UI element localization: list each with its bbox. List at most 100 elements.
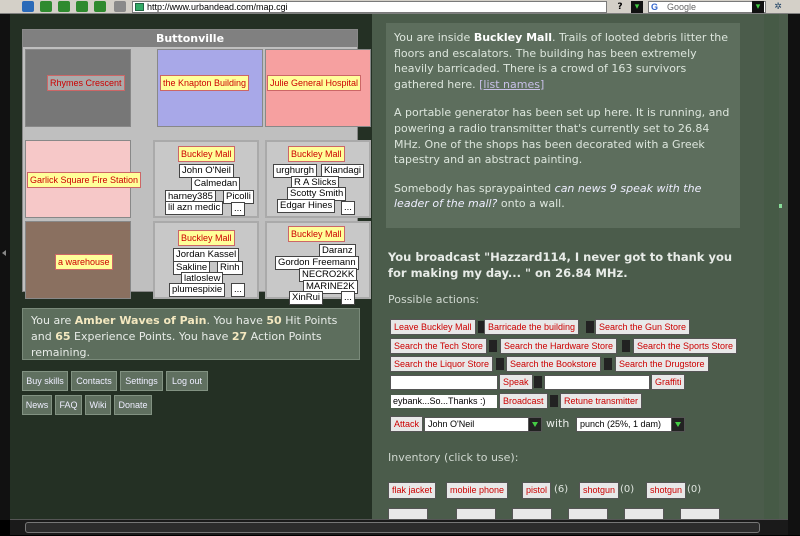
more-names-button[interactable]: ...: [231, 283, 245, 297]
inventory-item-mobile-phone[interactable]: mobile phone: [446, 482, 509, 499]
button-separator: [489, 340, 497, 352]
inventory-item-flak-jacket[interactable]: flak jacket: [388, 482, 437, 499]
contacts-link[interactable]: Contacts: [71, 371, 117, 391]
url-bar[interactable]: http://www.urbandead.com/map.cgi: [132, 1, 607, 13]
browser-toolbar: http://www.urbandead.com/map.cgi ? ▾ G Go…: [0, 0, 800, 14]
map-cell-label[interactable]: Buckley Mall: [178, 230, 235, 246]
button-separator: [622, 340, 630, 352]
graffiti-button[interactable]: Graffiti: [651, 374, 686, 390]
attack-target-select[interactable]: John O'Neil: [424, 417, 542, 432]
graffiti-input[interactable]: [544, 375, 650, 390]
weapon-value: punch (25%, 1 dam): [580, 419, 662, 429]
left-column: Buttonville Rhymes Crescent the Knapton …: [10, 14, 372, 520]
right-column: You are inside Buckley Mall. Trails of l…: [376, 14, 788, 520]
horizontal-scrollbar-thumb[interactable]: [25, 522, 760, 533]
wiki-link[interactable]: Wiki: [85, 395, 111, 415]
map-cell-label[interactable]: Rhymes Crescent: [47, 75, 125, 91]
dropdown-icon[interactable]: ▾: [631, 1, 643, 13]
news-link[interactable]: News: [22, 395, 52, 415]
button-separator: [604, 358, 612, 370]
description-text: Somebody has spraypainted: [394, 181, 555, 195]
status-text: Experience Points. You have: [70, 330, 232, 343]
survivor-name[interactable]: Jordan Kassel: [173, 248, 240, 262]
left-arrow-icon[interactable]: [2, 250, 6, 256]
possible-actions-label: Possible actions:: [388, 293, 480, 306]
more-names-button[interactable]: ...: [231, 202, 245, 216]
buy-skills-link[interactable]: Buy skills: [22, 371, 68, 391]
search-bookstore-button[interactable]: Search the Bookstore: [506, 356, 601, 372]
button-separator: [586, 321, 594, 333]
survivor-name[interactable]: plumespixie: [169, 283, 226, 297]
attack-target-value: John O'Neil: [428, 419, 475, 429]
retune-transmitter-button[interactable]: Retune transmitter: [560, 393, 643, 409]
url-text: http://www.urbandead.com/map.cgi: [147, 2, 288, 12]
home-icon[interactable]: [76, 1, 88, 12]
description-text: You are inside: [394, 31, 474, 44]
map-cell-label[interactable]: Buckley Mall: [288, 226, 345, 242]
settings-link[interactable]: Settings: [120, 371, 163, 391]
settings-icon[interactable]: ✲: [772, 1, 784, 13]
speak-input[interactable]: [390, 375, 498, 390]
attack-button[interactable]: Attack: [390, 416, 424, 432]
description-paragraph: Somebody has spraypainted can news 9 spe…: [394, 181, 732, 212]
search-gun-store-button[interactable]: Search the Gun Store: [595, 319, 691, 335]
button-separator: [534, 376, 542, 388]
survivor-name[interactable]: XinRui: [289, 291, 323, 305]
map-cell-label[interactable]: Buckley Mall: [288, 146, 345, 162]
back-icon[interactable]: [22, 1, 34, 12]
search-field[interactable]: G Google: [648, 1, 766, 13]
broadcast-input[interactable]: eybank...So...Thanks :): [390, 394, 498, 409]
search-dropdown-icon[interactable]: ▾: [752, 1, 764, 13]
more-names-button[interactable]: ...: [341, 201, 355, 215]
vertical-scrollbar[interactable]: [764, 14, 779, 520]
list-names-link[interactable]: [list names]: [479, 78, 544, 91]
survivor-name[interactable]: Calmedan: [191, 177, 241, 191]
help-icon[interactable]: ?: [614, 1, 626, 13]
donate-link[interactable]: Donate: [114, 395, 152, 415]
inventory-item-pistol[interactable]: pistol: [522, 482, 552, 499]
google-icon: G: [651, 2, 659, 12]
search-placeholder: Google: [667, 2, 697, 12]
faq-link[interactable]: FAQ: [55, 395, 82, 415]
speak-button[interactable]: Speak: [499, 374, 533, 390]
action-points: 27: [231, 330, 248, 343]
survivor-name[interactable]: lil azn medic: [165, 201, 224, 215]
horizontal-scrollbar[interactable]: [10, 519, 788, 535]
survivor-name[interactable]: Edgar Hines: [277, 199, 336, 213]
forward-2-icon[interactable]: [58, 1, 70, 12]
search-liquor-store-button[interactable]: Search the Liquor Store: [390, 356, 494, 372]
search-tech-store-button[interactable]: Search the Tech Store: [390, 338, 487, 354]
map-cell-label[interactable]: the Knapton Building: [160, 75, 250, 91]
map-cell-label[interactable]: Julie General Hospital: [267, 75, 362, 91]
inventory-label: Inventory (click to use):: [388, 451, 519, 464]
reload-icon[interactable]: [94, 1, 106, 12]
status-prefix: You are: [31, 314, 75, 327]
inventory-item-shotgun[interactable]: shotgun: [646, 482, 687, 499]
chevron-down-icon: [528, 418, 541, 431]
hit-points: 50: [266, 314, 282, 327]
weapon-select[interactable]: punch (25%, 1 dam): [576, 417, 685, 432]
right-margin: [788, 14, 800, 535]
inventory-item-shotgun[interactable]: shotgun: [579, 482, 620, 499]
description-text: onto a wall.: [497, 197, 565, 211]
map-title: Buttonville: [23, 30, 357, 47]
survivor-name[interactable]: John O'Neil: [179, 164, 234, 178]
search-drugstore-button[interactable]: Search the Drugstore: [615, 356, 709, 372]
inventory-count: (6): [554, 484, 569, 495]
search-hardware-store-button[interactable]: Search the Hardware Store: [500, 338, 618, 354]
inventory-count: (0): [620, 484, 635, 495]
map-cell-label[interactable]: Garlick Square Fire Station: [27, 172, 142, 188]
broadcast-button[interactable]: Broadcast: [499, 393, 548, 409]
log-out-link[interactable]: Log out: [166, 371, 208, 391]
barricade-button[interactable]: Barricade the building: [484, 319, 580, 335]
more-names-button[interactable]: ...: [341, 291, 355, 305]
search-sports-store-button[interactable]: Search the Sports Store: [633, 338, 738, 354]
player-name: Amber Waves of Pain: [74, 314, 207, 327]
leave-building-button[interactable]: Leave Buckley Mall: [390, 319, 476, 335]
forward-icon[interactable]: [40, 1, 52, 12]
map-cell-label: Buckley Mall: [178, 146, 235, 162]
tools-icon[interactable]: [114, 1, 126, 12]
status-text: . You have: [206, 314, 267, 327]
button-separator: [496, 358, 504, 370]
map-cell-label[interactable]: a warehouse: [55, 254, 113, 270]
